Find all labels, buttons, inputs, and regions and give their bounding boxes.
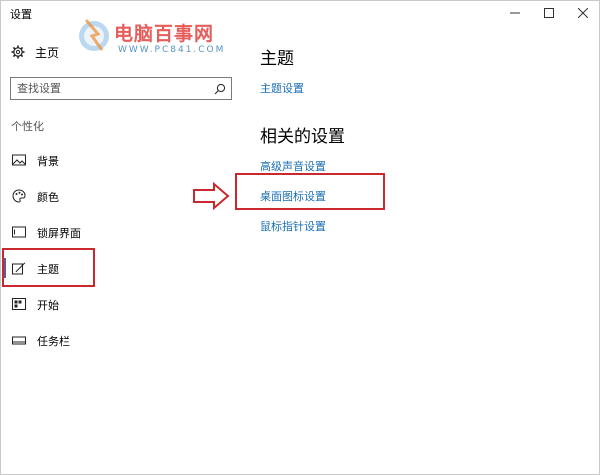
main-content: 主题 主题设置 相关的设置 高级声音设置 桌面图标设置 鼠标指针设置 [235, 25, 599, 475]
sidebar-item-lock-screen[interactable]: 锁屏界面 [1, 220, 241, 244]
taskbar-icon [12, 336, 26, 345]
maximize-icon [544, 8, 554, 18]
search-input[interactable] [11, 78, 207, 99]
mouse-pointer-settings-link[interactable]: 鼠标指针设置 [260, 218, 326, 234]
gear-icon [11, 45, 25, 59]
sidebar-item-label: 开始 [37, 299, 59, 312]
sidebar-item-label: 锁屏界面 [37, 227, 81, 240]
window-title: 设置 [10, 8, 32, 21]
maximize-button[interactable] [532, 1, 566, 25]
close-button[interactable] [566, 1, 600, 25]
minimize-icon [510, 12, 520, 14]
theme-settings-link[interactable]: 主题设置 [260, 80, 304, 96]
sidebar-item-background[interactable]: 背景 [1, 148, 241, 172]
sidebar-item-taskbar[interactable]: 任务栏 [1, 328, 241, 352]
annotation-highlight-desktop-icons [235, 173, 385, 210]
sidebar-item-label: 任务栏 [37, 335, 70, 348]
settings-window: 设置 电脑百事网 WWW.PC841.COM 主页 查找设置 个性化 背景 颜色… [0, 0, 600, 475]
sidebar-item-label: 主页 [35, 45, 60, 60]
lock-screen-icon [12, 226, 26, 238]
start-icon [12, 298, 26, 310]
page-title: 主题 [260, 49, 294, 69]
minimize-button[interactable] [498, 1, 532, 25]
sidebar-item-label: 颜色 [37, 191, 59, 204]
image-icon [12, 154, 26, 166]
sidebar-item-label: 背景 [37, 155, 59, 168]
close-icon [578, 8, 588, 18]
related-settings-heading: 相关的设置 [260, 127, 345, 147]
sidebar-item-start[interactable]: 开始 [1, 292, 241, 316]
sidebar: 主页 个性化 背景 颜色 [1, 25, 241, 475]
annotation-arrow-icon [193, 182, 230, 210]
palette-icon [12, 189, 26, 203]
search-icon[interactable] [214, 83, 226, 95]
advanced-sound-settings-link[interactable]: 高级声音设置 [260, 158, 326, 174]
annotation-highlight-themes [2, 248, 95, 287]
section-label-personalization: 个性化 [11, 120, 44, 133]
sidebar-item-home[interactable]: 主页 [11, 42, 59, 62]
search-box[interactable] [10, 77, 232, 100]
